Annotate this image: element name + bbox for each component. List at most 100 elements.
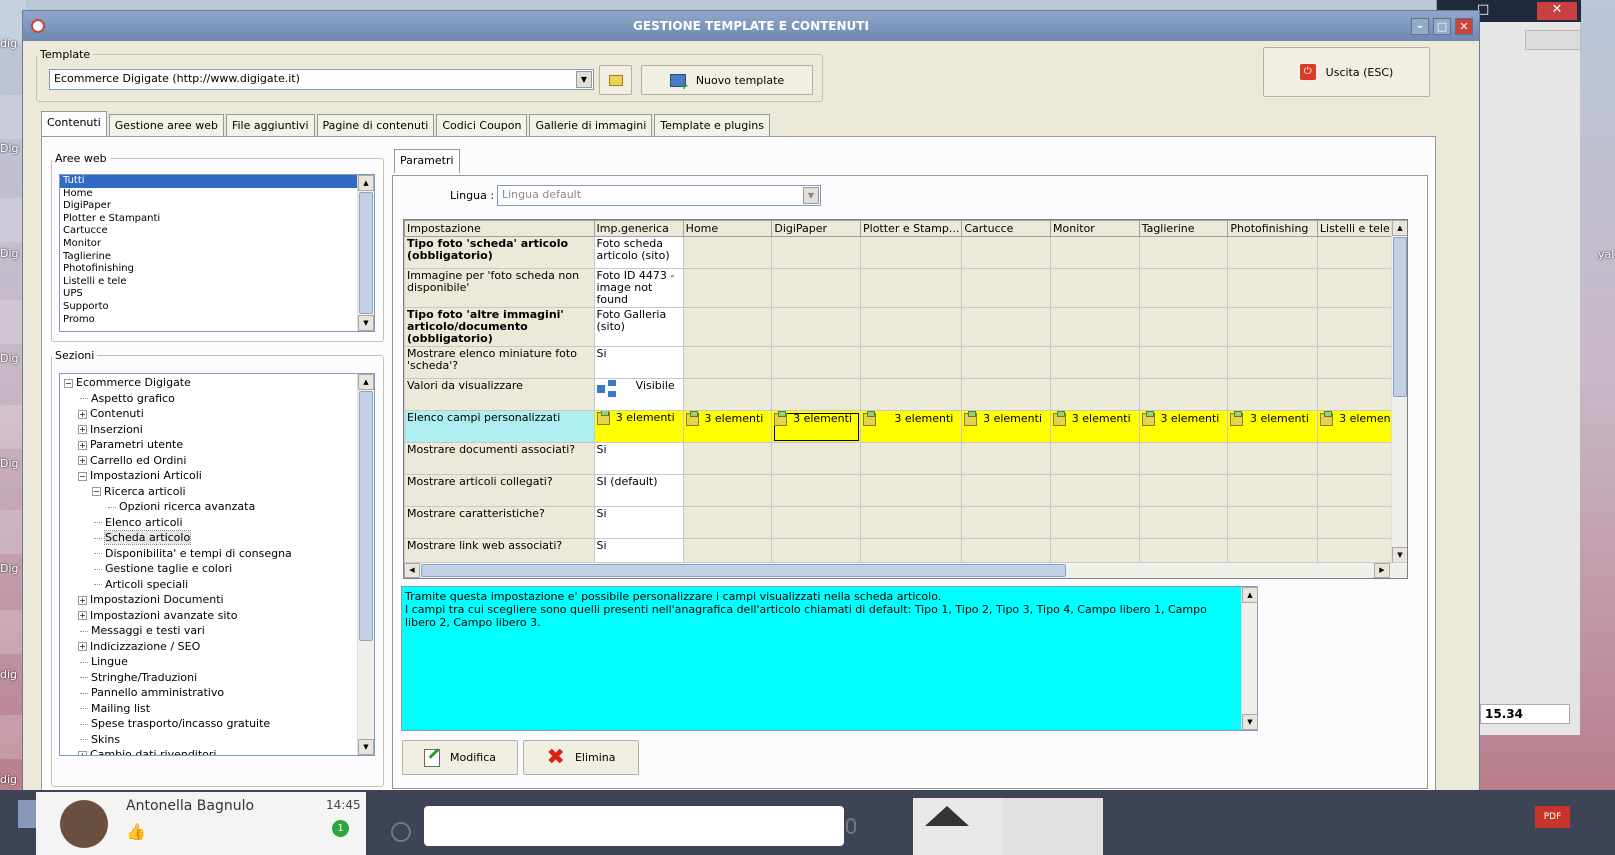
tree-item[interactable]: Gestione taglie e colori bbox=[64, 561, 374, 577]
area-empty-cell[interactable] bbox=[1138, 268, 1229, 308]
tree-item[interactable]: Stringhe/Traduzioni bbox=[64, 670, 374, 686]
background-window-close-icon[interactable]: ✕ bbox=[1537, 2, 1577, 20]
tree-item[interactable]: Lingue bbox=[64, 654, 374, 670]
area-empty-cell[interactable] bbox=[1138, 474, 1229, 507]
area-empty-cell[interactable] bbox=[682, 378, 773, 411]
tree-item[interactable]: − Ricerca articoli bbox=[64, 484, 374, 500]
open-folder-button[interactable] bbox=[599, 65, 632, 95]
new-template-button[interactable]: + Nuovo template bbox=[641, 65, 813, 95]
aree-web-item[interactable]: Promo bbox=[60, 314, 374, 327]
area-empty-cell[interactable] bbox=[1050, 346, 1140, 379]
table-row[interactable]: Immagine per 'foto scheda non disponibil… bbox=[404, 268, 1407, 308]
expand-icon[interactable]: + bbox=[78, 456, 87, 465]
description-scrollbar[interactable]: ▲ ▼ bbox=[1241, 587, 1258, 730]
area-empty-cell[interactable] bbox=[860, 346, 963, 379]
area-empty-cell[interactable] bbox=[1227, 474, 1318, 507]
scroll-up-icon[interactable]: ▲ bbox=[1392, 220, 1407, 236]
tree-item[interactable]: − Impostazioni Articoli bbox=[64, 468, 374, 484]
tree-item[interactable]: + Indicizzazione / SEO bbox=[64, 639, 374, 655]
area-empty-cell[interactable] bbox=[682, 307, 773, 347]
aree-web-item[interactable]: Cartucce bbox=[60, 225, 374, 238]
setting-label[interactable]: Elenco campi personalizzati bbox=[404, 410, 595, 443]
scroll-up-icon[interactable]: ▲ bbox=[358, 374, 374, 390]
sezioni-scrollbar[interactable]: ▲ ▼ bbox=[357, 374, 374, 755]
area-empty-cell[interactable] bbox=[961, 307, 1052, 347]
column-header[interactable]: Impostazione bbox=[404, 220, 595, 237]
aree-web-item[interactable]: UPS bbox=[60, 288, 374, 301]
generic-value-cell[interactable]: Si bbox=[593, 346, 684, 379]
setting-label[interactable]: Mostrare documenti associati? bbox=[404, 442, 595, 475]
scroll-down-icon[interactable]: ▼ bbox=[1392, 547, 1407, 563]
aree-web-item[interactable]: Monitor bbox=[60, 238, 374, 251]
area-empty-cell[interactable] bbox=[961, 378, 1052, 411]
area-empty-cell[interactable] bbox=[961, 236, 1052, 269]
area-value-cell[interactable]: 3 elementi bbox=[1138, 410, 1229, 443]
expand-icon[interactable]: + bbox=[78, 595, 87, 605]
column-header[interactable]: Cartucce bbox=[961, 220, 1052, 237]
table-row[interactable]: Mostrare articoli collegati? SI (default) bbox=[404, 474, 1407, 507]
area-empty-cell[interactable] bbox=[1138, 378, 1229, 411]
area-empty-cell[interactable] bbox=[1138, 236, 1229, 269]
microphone-icon[interactable] bbox=[846, 818, 856, 834]
area-empty-cell[interactable] bbox=[1050, 236, 1140, 269]
area-value-cell[interactable]: 3 elementi bbox=[682, 410, 773, 443]
setting-label[interactable]: Mostrare articoli collegati? bbox=[404, 474, 595, 507]
tree-item[interactable]: + Cambio dati rivenditori bbox=[64, 747, 374, 755]
area-value-cell[interactable]: 3 elementi bbox=[961, 410, 1052, 443]
message-input[interactable] bbox=[424, 806, 844, 846]
aree-web-list[interactable]: Tutti Home DigiPaper Plotter e Stampanti Car… bbox=[59, 174, 375, 332]
chevron-down-icon[interactable]: ▼ bbox=[803, 187, 819, 204]
scroll-up-icon[interactable]: ▲ bbox=[358, 175, 374, 191]
tab-parametri[interactable]: Parametri bbox=[394, 149, 460, 173]
setting-label[interactable]: Immagine per 'foto scheda non disponibil… bbox=[404, 268, 595, 308]
area-empty-cell[interactable] bbox=[961, 442, 1052, 475]
tree-item[interactable]: Aspetto grafico bbox=[64, 391, 374, 407]
tree-item[interactable]: Articoli speciali bbox=[64, 577, 374, 593]
tab-template-plugins[interactable]: Template e plugins bbox=[654, 114, 771, 136]
tree-item[interactable]: + Impostazioni avanzate sito bbox=[64, 608, 374, 624]
column-header[interactable]: Photofinishing bbox=[1227, 220, 1318, 237]
setting-label[interactable]: Mostrare caratteristiche? bbox=[404, 506, 595, 539]
aree-web-scrollbar[interactable]: ▲ ▼ bbox=[357, 175, 374, 331]
area-empty-cell[interactable] bbox=[1227, 268, 1318, 308]
tree-item[interactable]: + Impostazioni Documenti bbox=[64, 592, 374, 608]
expand-icon[interactable]: + bbox=[78, 642, 87, 651]
exit-button[interactable]: ⏻ Uscita (ESC) bbox=[1263, 47, 1430, 97]
aree-web-item[interactable]: Listelli e tele bbox=[60, 276, 374, 289]
lingua-select[interactable]: Lingua default ▼ bbox=[497, 185, 821, 206]
area-empty-cell[interactable] bbox=[682, 346, 773, 379]
column-header[interactable]: Plotter e Stamp... bbox=[860, 220, 963, 237]
area-empty-cell[interactable] bbox=[1138, 506, 1229, 539]
table-row[interactable]: Elenco campi personalizzati 3 elementi 3 e… bbox=[404, 410, 1407, 443]
scroll-up-icon[interactable]: ▲ bbox=[1242, 587, 1258, 603]
grid-vscrollbar[interactable]: ▲ ▼ bbox=[1391, 220, 1407, 563]
expand-icon[interactable]: + bbox=[78, 440, 87, 450]
delete-button[interactable]: ✖ Elimina bbox=[523, 740, 639, 775]
title-bar[interactable]: GESTIONE TEMPLATE E CONTENUTI – □ ✕ bbox=[23, 11, 1479, 41]
area-empty-cell[interactable] bbox=[771, 506, 862, 539]
setting-label[interactable]: Valori da visualizzare bbox=[404, 378, 595, 411]
tab-codici-coupon[interactable]: Codici Coupon bbox=[436, 114, 528, 136]
area-empty-cell[interactable] bbox=[771, 236, 862, 269]
generic-value-cell[interactable]: Foto ID 4473 - image not found bbox=[593, 268, 684, 308]
aree-web-item[interactable]: Tutti bbox=[60, 175, 374, 188]
tree-item[interactable]: Mailing list bbox=[64, 701, 374, 717]
expand-icon[interactable]: + bbox=[78, 425, 87, 434]
area-empty-cell[interactable] bbox=[771, 442, 862, 475]
area-empty-cell[interactable] bbox=[1050, 378, 1140, 411]
chat-notification[interactable]: Antonella Bagnulo 14:45 👍 1 bbox=[36, 792, 856, 855]
tree-item[interactable]: − Ecommerce Digigate bbox=[64, 375, 374, 391]
taskbar-thumb[interactable] bbox=[1003, 798, 1103, 855]
aree-web-item[interactable]: DigiPaper bbox=[60, 200, 374, 213]
area-empty-cell[interactable] bbox=[1050, 442, 1140, 475]
area-empty-cell[interactable] bbox=[860, 268, 963, 308]
generic-value-cell[interactable]: Foto scheda articolo (sito) bbox=[593, 236, 684, 269]
area-empty-cell[interactable] bbox=[961, 346, 1052, 379]
tree-item[interactable]: + Contenuti bbox=[64, 406, 374, 422]
area-empty-cell[interactable] bbox=[860, 236, 963, 269]
maximize-button[interactable]: □ bbox=[1433, 18, 1451, 35]
close-button[interactable]: ✕ bbox=[1455, 18, 1473, 35]
area-empty-cell[interactable] bbox=[860, 378, 963, 411]
area-empty-cell[interactable] bbox=[1227, 442, 1318, 475]
area-value-cell[interactable]: 3 elementi bbox=[1050, 410, 1140, 443]
